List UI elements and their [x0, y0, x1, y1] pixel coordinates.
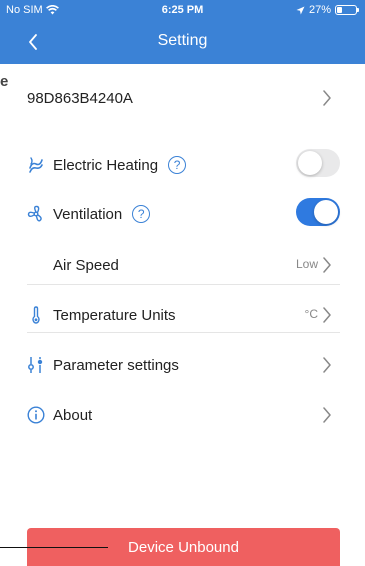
air-speed-row[interactable]: Air Speed Low	[27, 248, 340, 282]
heating-icon	[27, 156, 45, 174]
chevron-right-icon	[323, 357, 331, 373]
air-speed-value: Low	[295, 257, 318, 271]
about-label: About	[53, 406, 93, 424]
battery-icon	[335, 5, 359, 15]
air-speed-icon-spacer	[27, 256, 45, 274]
nav-bar: Setting	[0, 24, 365, 60]
divider	[27, 332, 340, 333]
battery-level	[337, 7, 342, 13]
info-icon	[27, 406, 45, 424]
chevron-right-icon	[323, 407, 331, 423]
air-speed-label: Air Speed	[53, 256, 119, 274]
status-right: 27%	[296, 4, 359, 16]
electric-heating-row: Electric Heating ?	[27, 148, 340, 182]
fan-icon	[27, 205, 45, 223]
callout-line	[0, 547, 108, 548]
chevron-right-icon	[323, 307, 331, 323]
divider	[27, 284, 340, 285]
chevron-right-icon	[323, 257, 331, 273]
toggle-knob	[298, 151, 322, 175]
toggle-knob	[314, 200, 338, 224]
ventilation-toggle[interactable]	[296, 198, 340, 226]
parameter-settings-label: Parameter settings	[53, 356, 179, 374]
sliders-icon	[27, 356, 45, 374]
chevron-right-icon	[323, 90, 331, 106]
parameter-settings-row[interactable]: Parameter settings	[27, 348, 340, 382]
thermometer-icon	[27, 306, 45, 324]
device-id: 98D863B4240A	[27, 89, 133, 107]
ventilation-help-button[interactable]: ?	[132, 205, 151, 223]
electric-heating-help-button[interactable]: ?	[168, 156, 187, 174]
device-id-row[interactable]: 98D863B4240A	[27, 81, 340, 115]
ventilation-row: Ventilation ?	[27, 197, 340, 231]
battery-percent: 27%	[308, 4, 331, 16]
edge-text-fragment: e	[0, 73, 9, 90]
app-header: No SIM 6:25 PM 27% Setting	[0, 0, 365, 64]
ventilation-label: Ventilation	[53, 205, 123, 223]
about-row[interactable]: About	[27, 398, 340, 432]
temperature-units-row[interactable]: Temperature Units °C	[27, 298, 340, 332]
location-arrow-icon	[296, 6, 305, 14]
status-bar: No SIM 6:25 PM 27%	[0, 0, 365, 20]
electric-heating-toggle[interactable]	[296, 149, 340, 177]
temperature-units-value: °C	[304, 307, 318, 321]
electric-heating-label: Electric Heating	[53, 156, 159, 174]
temperature-units-label: Temperature Units	[53, 306, 176, 324]
page-title: Setting	[157, 32, 208, 49]
